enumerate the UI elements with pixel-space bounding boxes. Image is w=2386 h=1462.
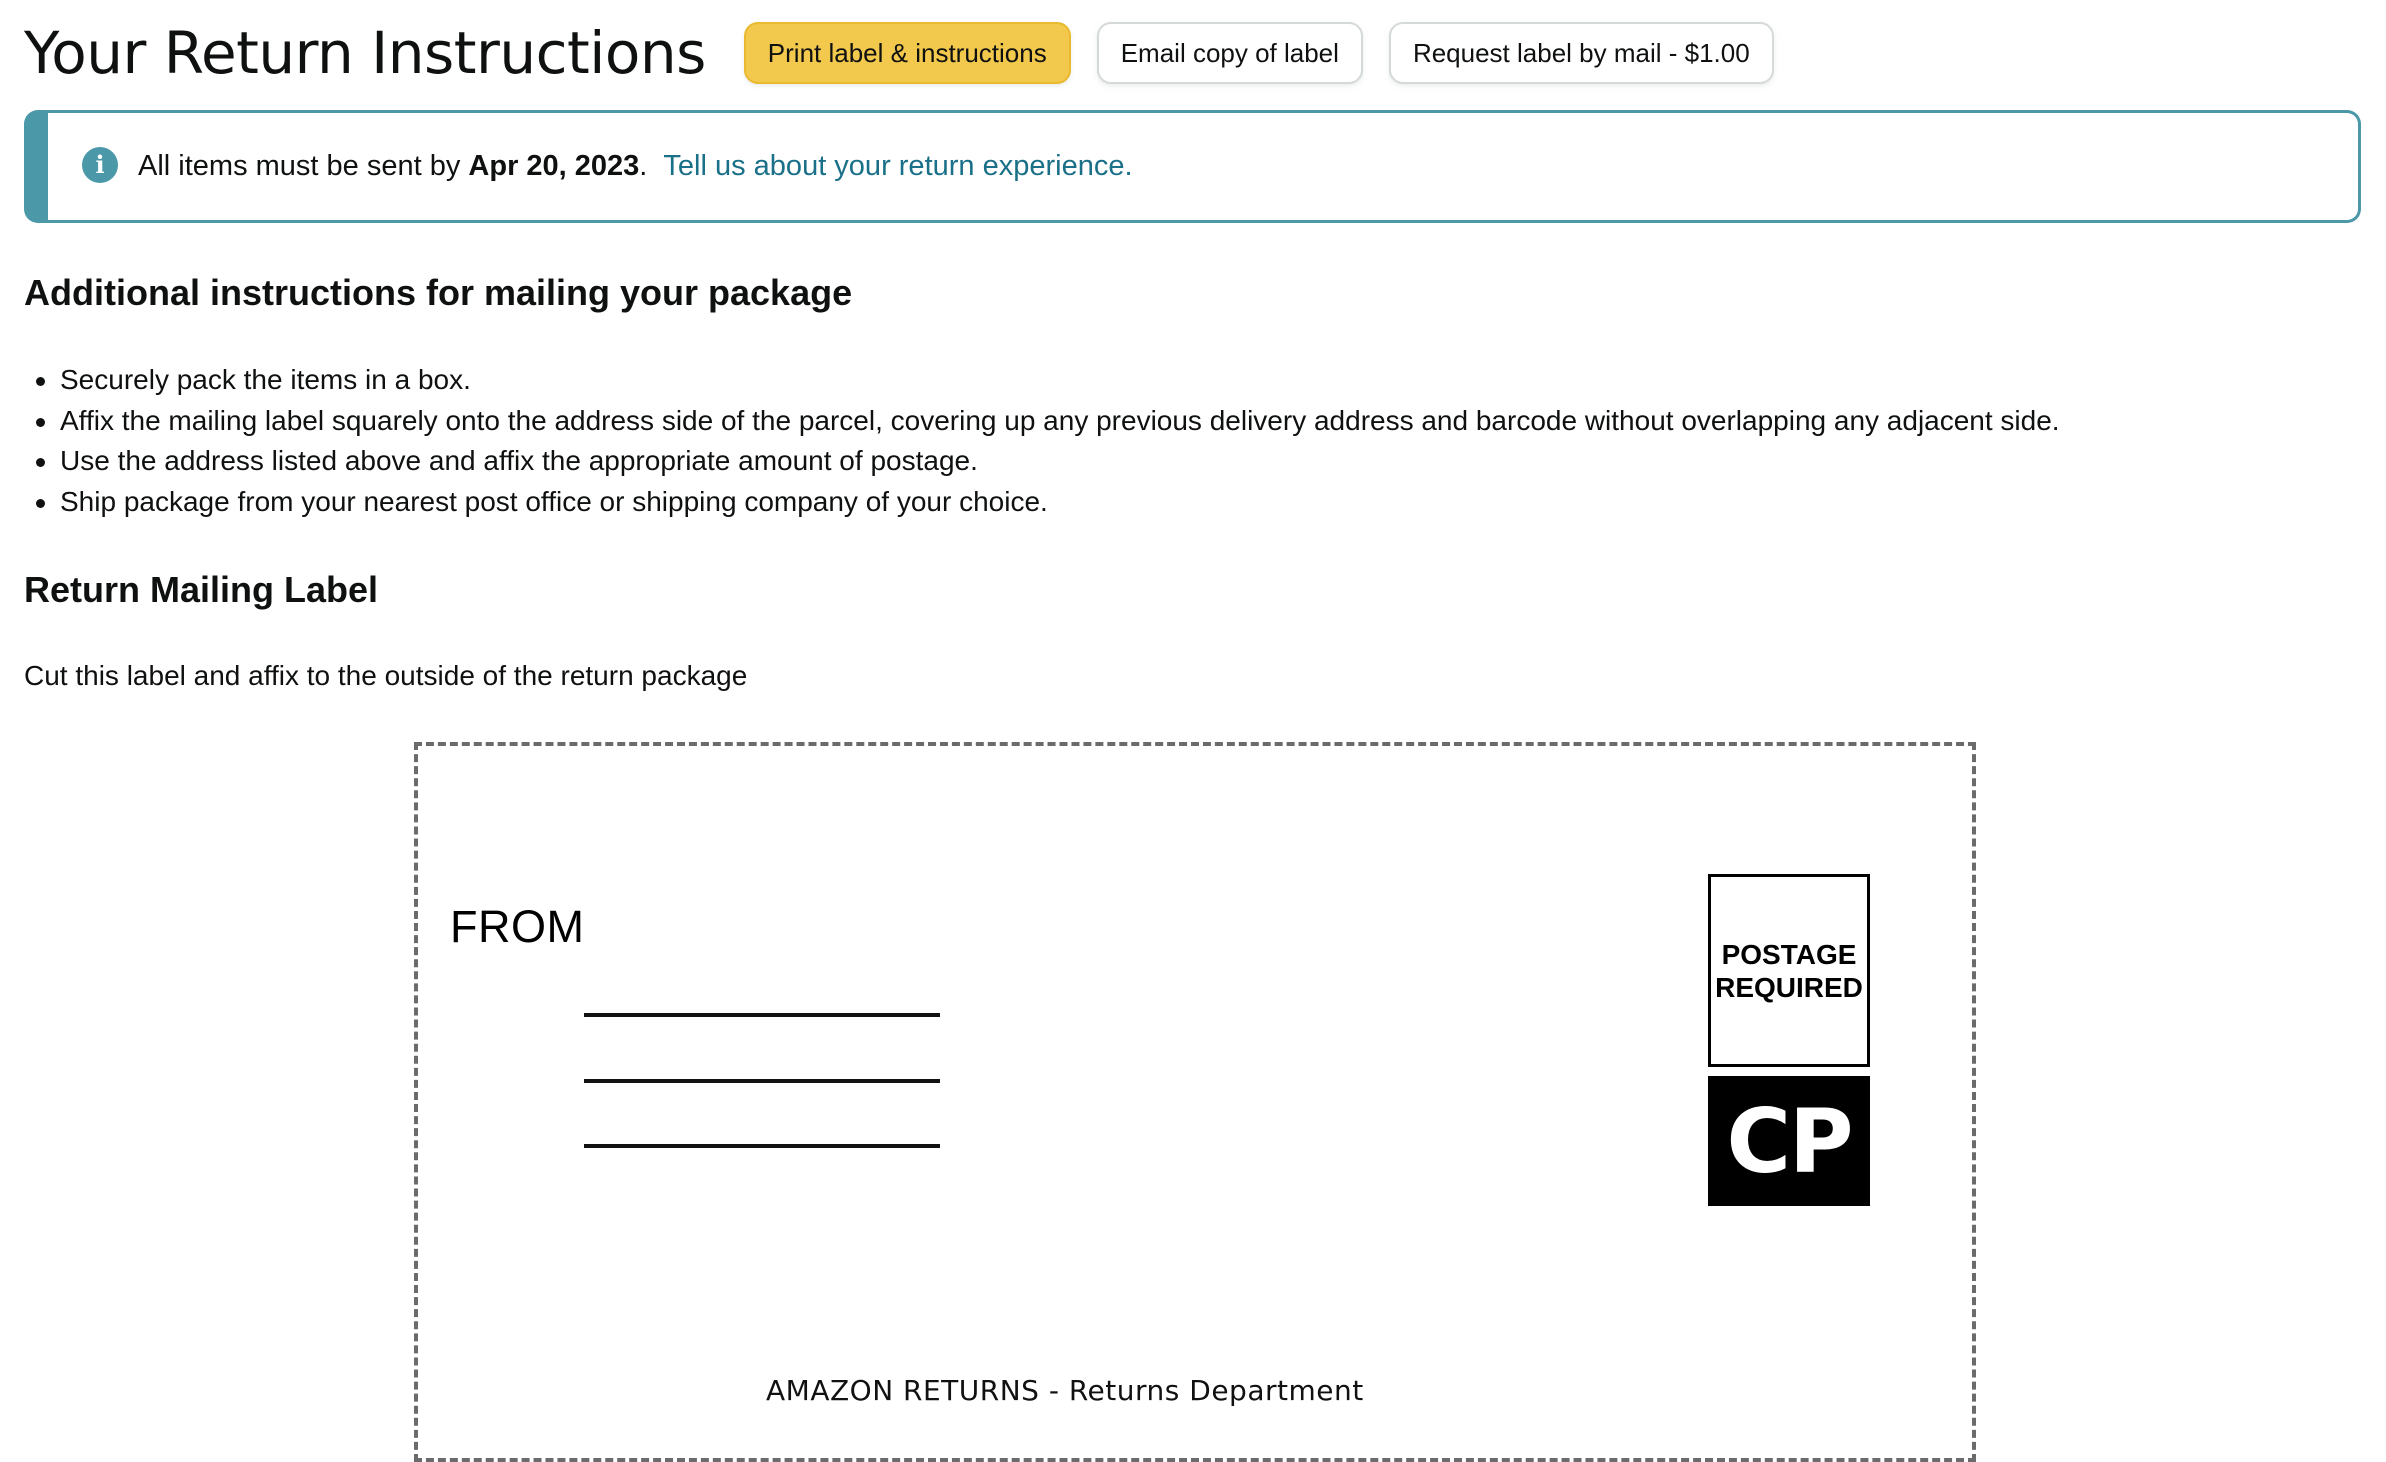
email-label-button[interactable]: Email copy of label [1096,22,1363,84]
alert-prefix: All items must be sent by [138,150,461,182]
from-label: FROM [450,901,585,952]
return-experience-link[interactable]: Tell us about your return experience. [663,150,1132,182]
postage-line: POSTAGE [1721,938,1857,970]
alert-suffix: . [639,150,648,182]
to-address: AMAZON RETURNS - Returns Department [766,1374,1364,1407]
print-label-button[interactable]: Print label & instructions [743,22,1071,84]
request-label-by-mail-button[interactable]: Request label by mail - $1.00 [1388,22,1774,84]
postage-required-box: POSTAGE REQUIRED [1708,874,1870,1067]
list-item: Affix the mailing label squarely onto th… [34,401,2060,442]
header: Your Return Instructions Print label & i… [24,18,1800,88]
alert-text: All items must be sent by Apr 20, 2023. … [138,150,1133,183]
from-address-line [584,1013,940,1017]
send-by-date: Apr 20, 2023 [468,150,640,182]
cut-label-instruction: Cut this label and affix to the outside … [24,660,748,691]
list-item: Use the address listed above and affix t… [34,441,2060,482]
send-by-alert: i All items must be sent by Apr 20, 2023… [24,110,2361,223]
return-label-heading: Return Mailing Label [24,569,379,610]
mailing-instructions-list: Securely pack the items in a box. Affix … [34,360,2060,522]
info-icon: i [82,146,118,183]
from-address-line [584,1144,940,1148]
from-address-line [584,1079,940,1083]
list-item: Ship package from your nearest post offi… [34,482,2060,523]
mailing-label: FROM POSTAGE REQUIRED CP AMAZON RETURNS … [414,742,1976,1462]
page-title: Your Return Instructions [24,19,706,87]
list-item: Securely pack the items in a box. [34,360,2060,401]
mailing-instructions-heading: Additional instructions for mailing your… [24,272,853,313]
carrier-logo: CP [1708,1076,1870,1206]
postage-line: REQUIRED [1715,971,1863,1003]
